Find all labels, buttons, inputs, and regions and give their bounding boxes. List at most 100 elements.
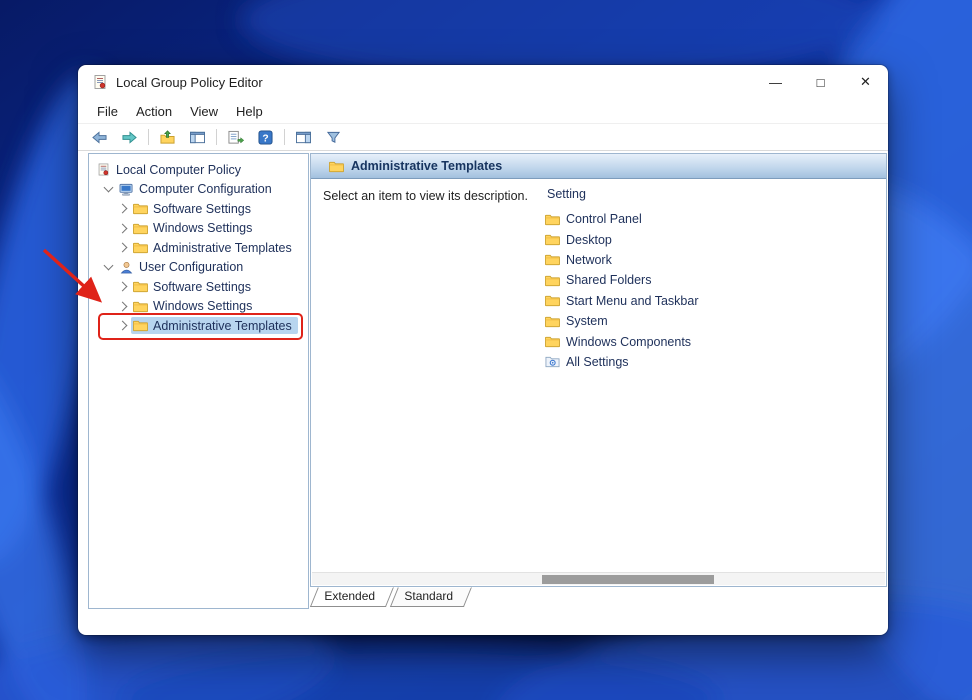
- setting-item-system[interactable]: System: [545, 311, 886, 331]
- setting-item-label: System: [566, 314, 608, 328]
- tree-node: Administrative Templates: [131, 239, 298, 256]
- folder-icon: [133, 241, 148, 254]
- setting-column-header[interactable]: Setting: [545, 185, 886, 209]
- chevron-expanded-icon[interactable]: [104, 183, 114, 193]
- chevron-expanded-icon[interactable]: [104, 261, 114, 271]
- tree-item-label: User Configuration: [139, 260, 243, 274]
- tab-extended[interactable]: Extended: [310, 587, 394, 607]
- setting-item-network[interactable]: Network: [545, 250, 886, 270]
- tree-item-software-settings[interactable]: Software Settings: [89, 199, 308, 219]
- setting-item-label: Windows Components: [566, 335, 691, 349]
- folder-icon: [133, 319, 148, 332]
- tree-item-user-configuration[interactable]: User Configuration: [89, 258, 308, 278]
- setting-item-control-panel[interactable]: Control Panel: [545, 209, 886, 229]
- folder-icon: [545, 335, 560, 348]
- maximize-button[interactable]: □: [798, 65, 843, 99]
- setting-item-label: Shared Folders: [566, 273, 651, 287]
- menu-action[interactable]: Action: [127, 101, 181, 122]
- svg-text:?: ?: [262, 133, 268, 144]
- details-pane-title: Administrative Templates: [351, 159, 502, 173]
- tree-item-software-settings[interactable]: Software Settings: [89, 277, 308, 297]
- folder-icon: [545, 233, 560, 246]
- user-icon: [119, 261, 134, 274]
- tree-node: Windows Settings: [131, 298, 258, 315]
- details-pane: Administrative Templates Select an item …: [310, 153, 887, 587]
- show-action-pane-button[interactable]: [292, 127, 315, 148]
- tree-item-label: Local Computer Policy: [116, 163, 241, 177]
- toolbar-separator: [148, 129, 149, 145]
- chevron-collapsed-icon[interactable]: [118, 301, 128, 311]
- console-tree-pane: Local Computer Policy Computer Configurat…: [88, 153, 309, 609]
- menu-help[interactable]: Help: [227, 101, 272, 122]
- setting-item-all-settings[interactable]: All Settings: [545, 352, 886, 372]
- folder-icon: [545, 274, 560, 287]
- setting-item-shared-folders[interactable]: Shared Folders: [545, 270, 886, 290]
- setting-item-label: All Settings: [566, 355, 629, 369]
- setting-item-label: Desktop: [566, 233, 612, 247]
- setting-item-desktop[interactable]: Desktop: [545, 229, 886, 249]
- horizontal-scrollbar-thumb[interactable]: [542, 575, 714, 584]
- show-console-tree-button[interactable]: [186, 127, 209, 148]
- chevron-collapsed-icon[interactable]: [118, 321, 128, 331]
- setting-item-label: Control Panel: [566, 212, 642, 226]
- menu-file[interactable]: File: [88, 101, 127, 122]
- console-icon: [96, 163, 111, 176]
- menubar: FileActionViewHelp: [78, 99, 888, 123]
- setting-item-label: Start Menu and Taskbar: [566, 294, 698, 308]
- tree-item-label: Administrative Templates: [153, 241, 292, 255]
- help-button[interactable]: ?: [254, 127, 277, 148]
- chevron-collapsed-icon[interactable]: [118, 204, 128, 214]
- export-list-button[interactable]: [224, 127, 247, 148]
- forward-button[interactable]: [118, 127, 141, 148]
- tree-node: User Configuration: [117, 259, 249, 276]
- settings-list: Control Panel Desktop Network Shared Folder…: [545, 209, 886, 372]
- details-pane-header: Administrative Templates: [311, 154, 886, 179]
- folder-icon: [545, 253, 560, 266]
- tree-item-administrative-templates[interactable]: Administrative Templates: [89, 238, 308, 258]
- chevron-collapsed-icon[interactable]: [118, 243, 128, 253]
- close-button[interactable]: ✕: [843, 65, 888, 99]
- tree-item-windows-settings[interactable]: Windows Settings: [89, 297, 308, 317]
- folder-icon: [133, 280, 148, 293]
- window-content: Local Computer Policy Computer Configurat…: [78, 151, 888, 635]
- all-settings-icon: [545, 355, 560, 368]
- chevron-collapsed-icon[interactable]: [118, 223, 128, 233]
- tree-node: Computer Configuration: [117, 181, 278, 198]
- setting-item-windows-components[interactable]: Windows Components: [545, 331, 886, 351]
- folder-icon: [545, 315, 560, 328]
- minimize-button[interactable]: —: [753, 65, 798, 99]
- computer-icon: [119, 183, 134, 196]
- up-one-level-button[interactable]: [156, 127, 179, 148]
- horizontal-scrollbar[interactable]: [312, 572, 885, 585]
- tree-node: Local Computer Policy: [94, 161, 247, 178]
- tree-node: Software Settings: [131, 278, 257, 295]
- filter-button[interactable]: [322, 127, 345, 148]
- window-title: Local Group Policy Editor: [116, 75, 263, 90]
- folder-icon: [545, 213, 560, 226]
- tree-node: Software Settings: [131, 200, 257, 217]
- toolbar-separator: [284, 129, 285, 145]
- folder-icon: [133, 300, 148, 313]
- app-icon: [92, 74, 108, 90]
- setting-item-start-menu-and-taskbar[interactable]: Start Menu and Taskbar: [545, 291, 886, 311]
- tree-item-windows-settings[interactable]: Windows Settings: [89, 219, 308, 239]
- tree-item-local-computer-policy[interactable]: Local Computer Policy: [89, 160, 308, 180]
- details-pane-body: Select an item to view its description. …: [311, 179, 886, 572]
- settings-list-column: Setting Control Panel Desktop Network Share…: [541, 179, 886, 572]
- folder-icon: [329, 160, 344, 173]
- folder-icon: [133, 222, 148, 235]
- tab-standard[interactable]: Standard: [390, 587, 472, 607]
- description-text: Select an item to view its description.: [311, 179, 541, 572]
- window-controls: —□✕: [753, 65, 888, 99]
- back-button[interactable]: [88, 127, 111, 148]
- tree-item-label: Windows Settings: [153, 221, 252, 235]
- tree-item-computer-configuration[interactable]: Computer Configuration: [89, 180, 308, 200]
- setting-item-label: Network: [566, 253, 612, 267]
- tree-item-administrative-templates[interactable]: Administrative Templates: [89, 316, 308, 336]
- tree-node: Administrative Templates: [131, 317, 298, 334]
- chevron-collapsed-icon[interactable]: [118, 282, 128, 292]
- titlebar[interactable]: Local Group Policy Editor —□✕: [78, 65, 888, 99]
- menu-view[interactable]: View: [181, 101, 227, 122]
- tree-item-label: Administrative Templates: [153, 319, 292, 333]
- tree-item-label: Computer Configuration: [139, 182, 272, 196]
